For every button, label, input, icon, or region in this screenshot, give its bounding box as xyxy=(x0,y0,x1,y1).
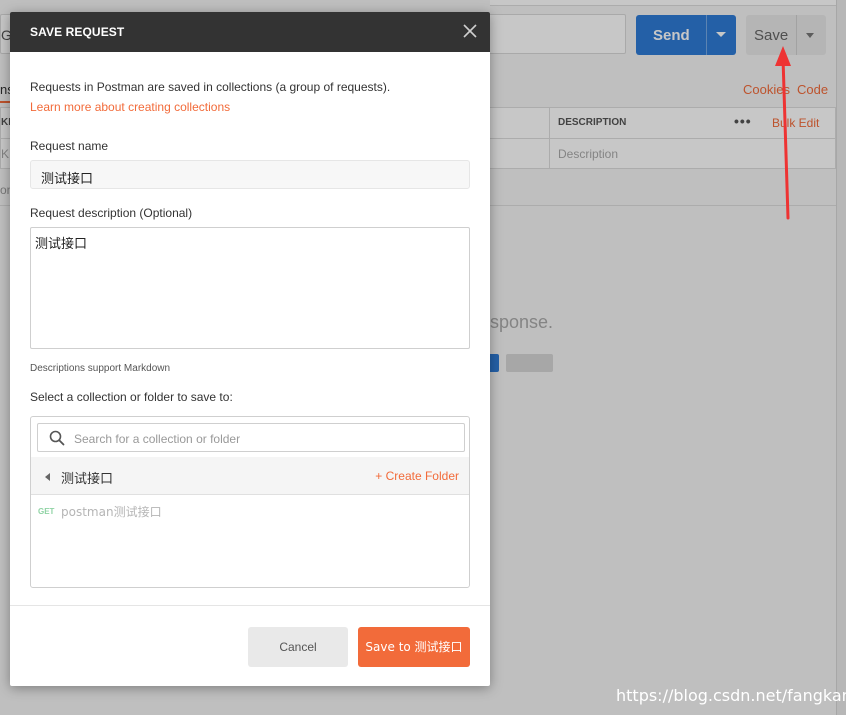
collection-label: Select a collection or folder to save to… xyxy=(30,390,233,404)
markdown-hint: Descriptions support Markdown xyxy=(30,363,171,374)
request-name-label: Request name xyxy=(30,139,109,153)
current-folder-name: 测试接口 xyxy=(61,472,114,487)
watermark: https://blog.csdn.net/fangkang7 xyxy=(616,686,846,705)
dialog-intro-text: Requests in Postman are saved in collect… xyxy=(30,80,391,94)
current-folder-row: 测试接口 + Create Folder xyxy=(31,457,469,495)
create-folder-link[interactable]: + Create Folder xyxy=(375,469,459,483)
save-request-dialog: SAVE REQUEST Requests in Postman are sav… xyxy=(10,12,490,686)
footer-divider xyxy=(10,605,490,606)
learn-more-link[interactable]: Learn more about creating collections xyxy=(30,100,230,114)
close-icon[interactable] xyxy=(462,23,478,39)
request-description-label: Request description (Optional) xyxy=(30,206,193,220)
save-to-collection-button[interactable]: Save to 测试接口 xyxy=(358,627,470,667)
request-name-input[interactable]: 测试接口 xyxy=(30,160,470,189)
back-arrow-icon[interactable] xyxy=(45,473,50,481)
request-method-badge: GET xyxy=(38,507,55,516)
search-placeholder: Search for a collection or folder xyxy=(74,432,241,446)
request-description-textarea[interactable]: 测试接口 xyxy=(30,227,470,349)
search-icon xyxy=(49,430,65,446)
request-name: postman测试接口 xyxy=(61,505,162,519)
cancel-button[interactable]: Cancel xyxy=(248,627,348,667)
dialog-header: SAVE REQUEST xyxy=(10,12,490,52)
list-item: GET postman测试接口 xyxy=(31,501,469,523)
collection-picker: Search for a collection or folder 测试接口 +… xyxy=(30,416,470,588)
collection-search-input[interactable]: Search for a collection or folder xyxy=(37,423,465,452)
dialog-title: SAVE REQUEST xyxy=(30,25,125,39)
